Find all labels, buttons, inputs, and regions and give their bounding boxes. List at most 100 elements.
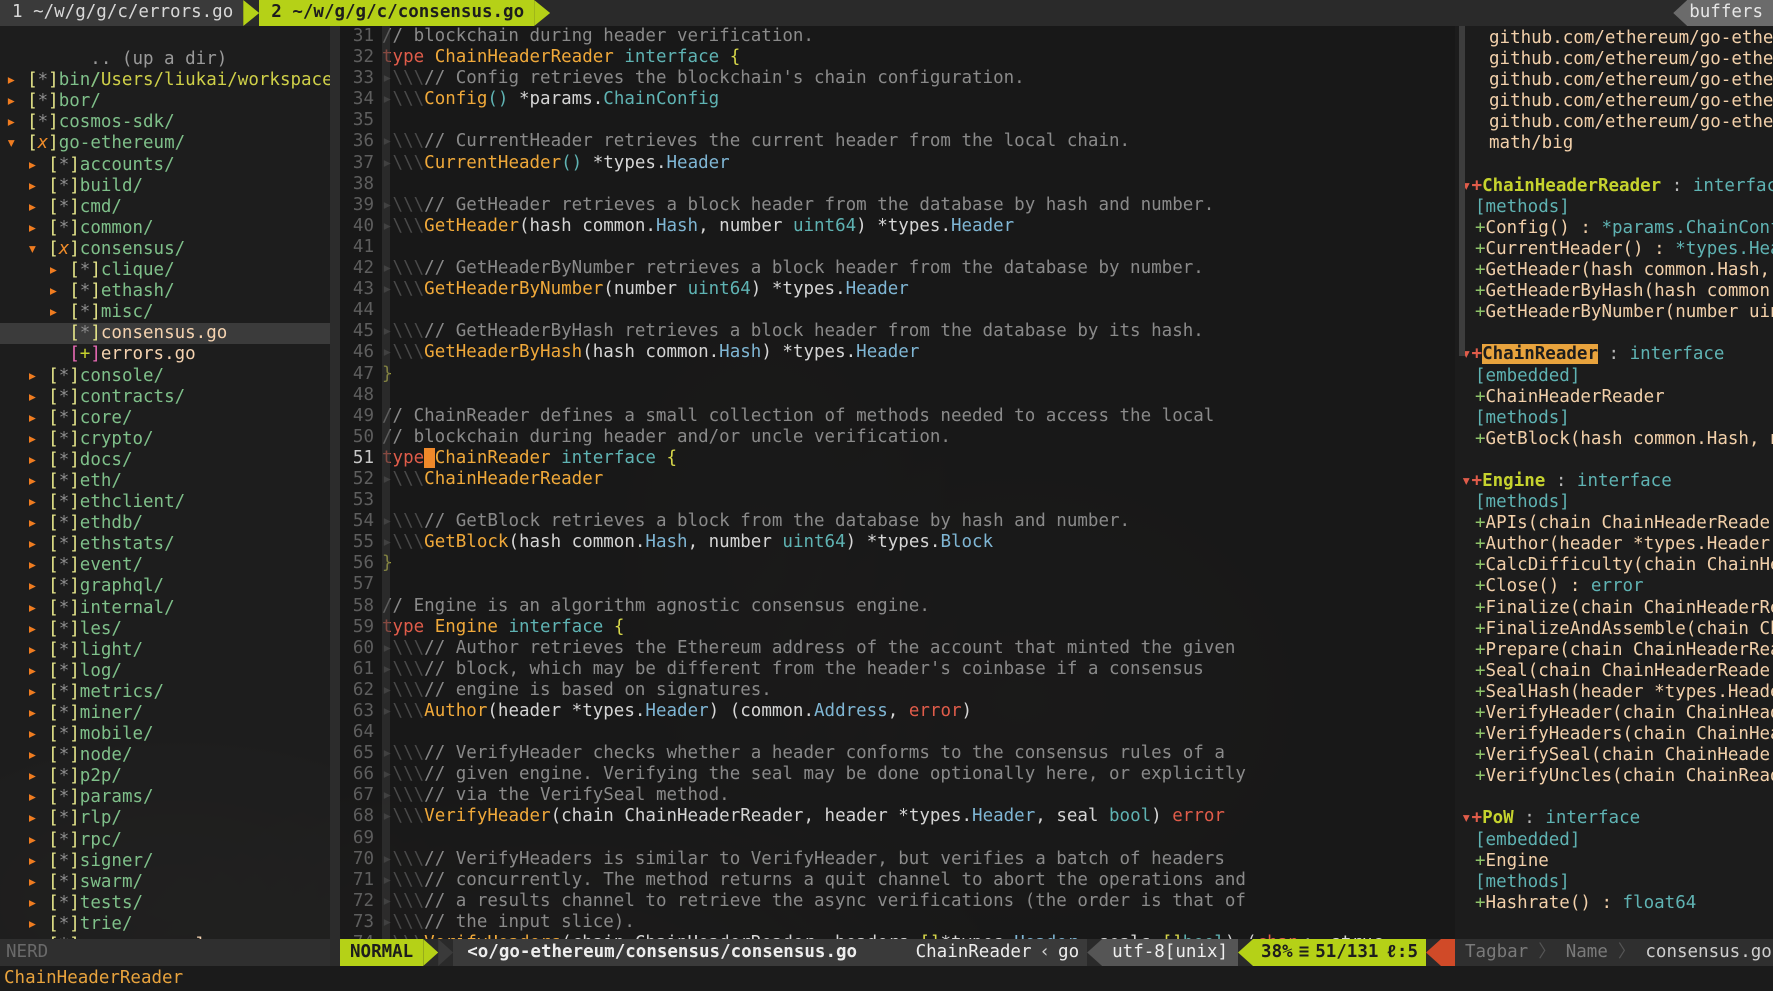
nerdtree-panel[interactable]: .. (up a dir) /Users/liukai/workspaces/g… <box>0 26 330 939</box>
nerdtree-dir-item[interactable]: ▸ [*]graphql/ <box>0 576 330 597</box>
editor-line[interactable]: 50 // blockchain during header and/or unc… <box>340 427 1455 448</box>
editor-line[interactable]: 57 <box>340 574 1455 595</box>
tagbar-member-row[interactable]: +VerifyHeaders(chain ChainHeader <box>1455 724 1773 745</box>
tagbar-panel[interactable]: github.com/ethereum/go-ethereumgithub.co… <box>1455 26 1773 939</box>
editor-line[interactable]: 52 ▸\\\ChainHeaderReader <box>340 469 1455 490</box>
nerdtree-dir-item[interactable]: ▸ [*]rpc/ <box>0 830 330 851</box>
editor-line[interactable]: 44 <box>340 300 1455 321</box>
editor-line[interactable]: 51 type ChainReader interface { <box>340 447 1455 469</box>
tagbar-type-row[interactable]: ▾+ChainReader : interface <box>1455 344 1773 365</box>
nerdtree-dir-item[interactable]: ▸ [*]miner/ <box>0 703 330 724</box>
editor-line[interactable]: 73 ▸\\\// the input slice). <box>340 912 1455 933</box>
editor-line[interactable]: 72 ▸\\\// a results channel to retrieve t… <box>340 891 1455 912</box>
tagbar-member-row[interactable]: +Close() : error <box>1455 576 1773 597</box>
editor-line[interactable]: 64 <box>340 722 1455 743</box>
editor-line[interactable]: 43 ▸\\\GetHeaderByNumber(number uint64) *… <box>340 279 1455 300</box>
nerdtree-dir-item[interactable]: ▸ [*]build/ <box>0 176 330 197</box>
editor-line[interactable]: 53 <box>340 490 1455 511</box>
nerdtree-dir-item[interactable]: ▸ [*]signer/ <box>0 851 330 872</box>
buffers-label[interactable]: buffers <box>1687 0 1773 26</box>
editor-line[interactable]: 31 // blockchain during header verificati… <box>340 26 1455 47</box>
tagbar-member-row[interactable]: +GetHeader(hash common.Hash, num <box>1455 260 1773 281</box>
editor-pane[interactable]: 31 // blockchain during header verificati… <box>340 26 1455 939</box>
nerdtree-dir-item[interactable]: ▸ [*]core/ <box>0 408 330 429</box>
editor-line[interactable]: 65 ▸\\\// VerifyHeader checks whether a h… <box>340 743 1455 764</box>
tagbar-member-row[interactable]: +VerifySeal(chain ChainHeaderRea <box>1455 745 1773 766</box>
tagbar-type-row[interactable]: ▾+Engine : interface <box>1455 471 1773 492</box>
nerdtree-dir-item[interactable]: ▸ [*]ethash/ <box>0 281 330 302</box>
editor-line[interactable]: 46 ▸\\\GetHeaderByHash(hash common.Hash) … <box>340 342 1455 363</box>
nerdtree-dir-item[interactable]: ▸ [*]ethdb/ <box>0 513 330 534</box>
tagbar-section-row[interactable]: [methods] <box>1455 492 1773 513</box>
tagbar-section-row[interactable]: [methods] <box>1455 197 1773 218</box>
editor-line[interactable]: 47} <box>340 364 1455 385</box>
nerdtree-dir-item[interactable]: ▸ [*]contracts/ <box>0 387 330 408</box>
tagbar-member-row[interactable]: +CalcDifficulty(chain ChainHeade <box>1455 555 1773 576</box>
tagbar-import-row[interactable]: github.com/ethereum/go-ethereum <box>1455 112 1773 133</box>
nerdtree-dir-item[interactable]: ▸ [*]console/ <box>0 366 330 387</box>
tagbar-import-row[interactable]: math/big <box>1455 133 1773 154</box>
nerdtree-dir-item[interactable]: ▸ [*]params/ <box>0 787 330 808</box>
editor-line[interactable]: 48 <box>340 385 1455 406</box>
nerdtree-dir-item[interactable]: ▸ [*]light/ <box>0 640 330 661</box>
nerdtree-dir-item[interactable]: ▸ [*]clique/ <box>0 260 330 281</box>
vertical-split-left[interactable] <box>330 26 340 939</box>
tagbar-scrollbar[interactable] <box>1459 26 1465 356</box>
tagbar-member-row[interactable]: +Seal(chain ChainHeaderReader, b <box>1455 661 1773 682</box>
nerdtree-dir-item[interactable]: ▸ [*]log/ <box>0 661 330 682</box>
nerdtree-dir-item[interactable]: ▸ [*]eth/ <box>0 471 330 492</box>
editor-line[interactable]: 40 ▸\\\GetHeader(hash common.Hash, number… <box>340 216 1455 237</box>
editor-line[interactable]: 58 // Engine is an algorithm agnostic con… <box>340 596 1455 617</box>
nerdtree-dir-item[interactable]: ▸ [*]cosmos-sdk/ <box>0 112 330 133</box>
nerdtree-dir-item[interactable]: ▸ [*]mobile/ <box>0 724 330 745</box>
nerdtree-dir-item[interactable]: ▸ [*]rlp/ <box>0 808 330 829</box>
tagbar-member-row[interactable]: +Prepare(chain ChainHeaderReader <box>1455 640 1773 661</box>
editor-line[interactable]: 49 // ChainReader defines a small collect… <box>340 406 1455 427</box>
tagbar-section-row[interactable]: [methods] <box>1455 872 1773 893</box>
editor-line[interactable]: 32 type ChainHeaderReader interface { <box>340 47 1455 68</box>
nerdtree-dir-item[interactable]: ▸ [*]event/ <box>0 555 330 576</box>
nerdtree-dir-item[interactable]: ▸ [*]ethstats/ <box>0 534 330 555</box>
nerdtree-dir-item[interactable]: ▸ [*]tests/ <box>0 893 330 914</box>
nerdtree-dir-item[interactable]: ▸ [*]bor/ <box>0 91 330 112</box>
nerdtree-dir-item[interactable]: ▸ [*]internal/ <box>0 598 330 619</box>
editor-line[interactable]: 59 type Engine interface { <box>340 617 1455 638</box>
tagbar-member-row[interactable]: +VerifyUncles(chain ChainReader, <box>1455 766 1773 787</box>
nerdtree-dir-item[interactable]: ▸ [*]swarm/ <box>0 872 330 893</box>
tagbar-member-row[interactable]: +FinalizeAndAssemble(chain Chain <box>1455 619 1773 640</box>
editor-line[interactable]: 74▸\\\VerifyHeaders(chain ChainHeaderRea… <box>340 933 1455 939</box>
editor-line[interactable]: 37 ▸\\\CurrentHeader() *types.Header <box>340 153 1455 174</box>
tagbar-section-row[interactable]: [methods] <box>1455 408 1773 429</box>
editor-line[interactable]: 55 ▸\\\GetBlock(hash common.Hash, number … <box>340 532 1455 553</box>
editor-line[interactable]: 54 ▸\\\// GetBlock retrieves a block from… <box>340 511 1455 532</box>
nerdtree-dir-item[interactable]: ▸ [*]crypto/ <box>0 429 330 450</box>
nerdtree-file-item[interactable]: [*]consensus.go <box>0 323 330 345</box>
tagbar-section-row[interactable]: [embedded] <box>1455 366 1773 387</box>
editor-line[interactable]: 69 <box>340 828 1455 849</box>
tagbar-member-row[interactable]: +GetBlock(hash common.Hash, numb <box>1455 429 1773 450</box>
editor-line[interactable]: 45 ▸\\\// GetHeaderByHash retrieves a blo… <box>340 321 1455 342</box>
editor-line[interactable]: 34 ▸\\\Config() *params.ChainConfig <box>340 89 1455 110</box>
tagbar-member-row[interactable]: +ChainHeaderReader <box>1455 387 1773 408</box>
editor-line[interactable]: 67 ▸\\\// via the VerifySeal method. <box>340 785 1455 806</box>
nerdtree-dir-item[interactable]: ▸ [*]misc/ <box>0 302 330 323</box>
editor-line[interactable]: 62 ▸\\\// engine is based on signatures. <box>340 680 1455 701</box>
nerdtree-dir-item[interactable]: ▸ [*]cmd/ <box>0 197 330 218</box>
nerdtree-dir-item[interactable]: ▸ [*]ethclient/ <box>0 492 330 513</box>
tagbar-member-row[interactable]: +Config() : *params.ChainConfig <box>1455 218 1773 239</box>
editor-line[interactable]: 33 ▸\\\// Config retrieves the blockchain… <box>340 68 1455 89</box>
tagbar-member-row[interactable]: +SealHash(header *types.Header) <box>1455 682 1773 703</box>
tagbar-member-row[interactable]: +CurrentHeader() : *types.Header <box>1455 239 1773 260</box>
nerdtree-dir-item[interactable]: ▸ [*]docs/ <box>0 450 330 471</box>
nerdtree-up-dir[interactable]: .. (up a dir) <box>0 28 330 69</box>
nerdtree-dir-item[interactable]: ▸ [*]node/ <box>0 745 330 766</box>
editor-line[interactable]: 42 ▸\\\// GetHeaderByNumber retrieves a b… <box>340 258 1455 279</box>
editor-line[interactable]: 71 ▸\\\// concurrently. The method return… <box>340 870 1455 891</box>
tab-errors-go[interactable]: 1 ~/w/g/g/c/errors.go <box>0 0 244 26</box>
nerdtree-dir-item[interactable]: ▸ [*]les/ <box>0 619 330 640</box>
editor-line[interactable]: 60 ▸\\\// Author retrieves the Ethereum a… <box>340 638 1455 659</box>
editor-line[interactable]: 61 ▸\\\// block, which may be different f… <box>340 659 1455 680</box>
editor-line[interactable]: 39 ▸\\\// GetHeader retrieves a block hea… <box>340 195 1455 216</box>
tagbar-member-row[interactable]: +GetHeaderByNumber(number uint64 <box>1455 302 1773 323</box>
editor-line[interactable]: 68 ▸\\\VerifyHeader(chain ChainHeaderRead… <box>340 806 1455 827</box>
